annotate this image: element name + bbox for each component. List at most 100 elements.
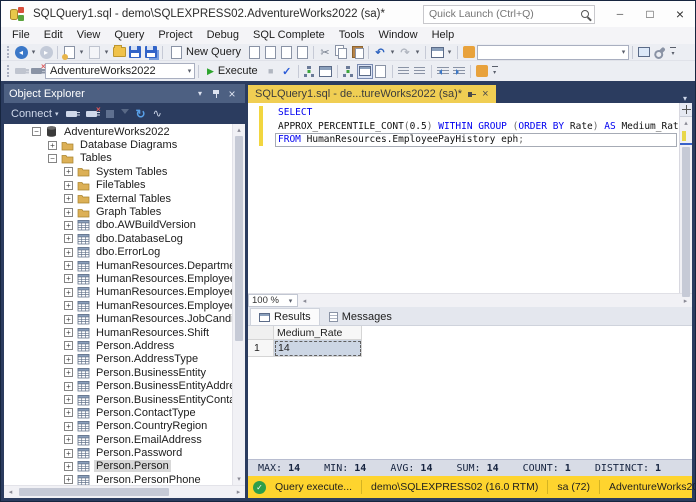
connect-object-button[interactable] xyxy=(66,106,79,121)
tree-item-filetables[interactable]: +FileTables xyxy=(4,179,232,192)
expander-icon[interactable]: + xyxy=(64,315,73,324)
new-file-button[interactable] xyxy=(61,45,77,60)
tree-item-humanresources-employeedepartmenthistory[interactable]: +HumanResources.EmployeeDepartmentHistor… xyxy=(4,286,232,299)
save-button[interactable] xyxy=(127,45,143,60)
grid-corner-cell[interactable] xyxy=(248,326,274,340)
expander-icon[interactable]: + xyxy=(64,221,73,230)
expander-icon[interactable]: + xyxy=(64,288,73,297)
expander-icon[interactable]: + xyxy=(64,368,73,377)
tree-item-humanresources-employee[interactable]: +HumanResources.Employee xyxy=(4,272,232,285)
tab-messages[interactable]: Messages xyxy=(321,308,400,325)
sql-complete-refresh-button[interactable] xyxy=(474,64,490,79)
increase-indent-button[interactable] xyxy=(451,64,467,79)
scroll-left-icon[interactable]: ◂ xyxy=(298,294,311,307)
query-options-button[interactable] xyxy=(302,64,318,79)
estimated-plan-button[interactable] xyxy=(341,64,357,79)
menu-window[interactable]: Window xyxy=(371,27,424,44)
database-selector[interactable]: AdventureWorks2022 xyxy=(45,63,195,79)
tree-item-graph-tables[interactable]: +Graph Tables xyxy=(4,205,232,218)
expander-icon[interactable]: + xyxy=(64,422,73,431)
expander-icon[interactable]: + xyxy=(64,208,73,217)
connect-menu-button[interactable]: Connect xyxy=(11,108,59,120)
close-icon[interactable] xyxy=(224,87,240,101)
expander-icon[interactable]: + xyxy=(64,475,73,484)
menu-query[interactable]: Query xyxy=(107,27,151,44)
menu-sql-complete[interactable]: SQL Complete xyxy=(246,27,332,44)
intellisense-button[interactable] xyxy=(318,64,334,79)
tree-item-humanresources-department[interactable]: +HumanResources.Department xyxy=(4,259,232,272)
menu-edit[interactable]: Edit xyxy=(37,27,70,44)
pin-icon[interactable] xyxy=(468,90,476,99)
tab-list-dropdown[interactable] xyxy=(678,94,692,103)
menu-help[interactable]: Help xyxy=(425,27,462,44)
toolbar-grip[interactable] xyxy=(7,65,9,77)
maximize-button[interactable] xyxy=(635,1,665,27)
pin-icon[interactable] xyxy=(208,89,224,99)
new-file-dropdown[interactable] xyxy=(77,45,86,60)
menu-project[interactable]: Project xyxy=(151,27,199,44)
navigate-forward-button[interactable]: ▸ xyxy=(38,45,54,60)
tree-item-system-tables[interactable]: +System Tables xyxy=(4,165,232,178)
quick-launch-input[interactable] xyxy=(429,8,577,20)
expander-icon[interactable]: + xyxy=(48,141,57,150)
tree-vertical-scrollbar[interactable]: ▴ ▾ xyxy=(232,124,245,485)
scrollbar-thumb[interactable] xyxy=(682,147,690,297)
grid-row-number[interactable]: 1 xyxy=(248,340,274,357)
connect-button[interactable] xyxy=(13,64,29,79)
grid-cell[interactable]: 14 xyxy=(274,340,362,357)
scroll-up-icon[interactable]: ▴ xyxy=(680,117,692,129)
navigate-backward-dropdown[interactable] xyxy=(29,45,38,60)
tree-item-person-businessentity[interactable]: +Person.BusinessEntity xyxy=(4,366,232,379)
refresh-button[interactable]: ↻ xyxy=(136,106,146,121)
tree-item-person-contacttype[interactable]: +Person.ContactType xyxy=(4,406,232,419)
redo-dropdown[interactable] xyxy=(413,45,422,60)
close-icon[interactable] xyxy=(482,88,488,100)
cancel-query-button[interactable]: ■ xyxy=(263,64,279,79)
object-explorer-tree[interactable]: −AdventureWorks2022+Database Diagrams−Ta… xyxy=(4,124,232,485)
window-layout-dropdown[interactable] xyxy=(445,45,454,60)
sql-complete-button[interactable] xyxy=(461,45,477,60)
expander-icon[interactable]: + xyxy=(64,301,73,310)
tab-results[interactable]: Results xyxy=(250,308,320,325)
stop-button[interactable] xyxy=(106,106,114,121)
add-item-dropdown[interactable] xyxy=(102,45,111,60)
query-document-tab[interactable]: SQLQuery1.sql - de...tureWorks2022 (sa)* xyxy=(248,85,496,103)
menu-file[interactable]: File xyxy=(5,27,37,44)
add-item-button[interactable] xyxy=(86,45,102,60)
expander-icon[interactable]: − xyxy=(48,154,57,163)
activity-monitor-button[interactable]: ∿ xyxy=(153,106,162,121)
xmla-query-button[interactable] xyxy=(294,45,310,60)
minimize-button[interactable] xyxy=(605,1,635,27)
expander-icon[interactable]: + xyxy=(64,395,73,404)
mdx-query-button[interactable] xyxy=(262,45,278,60)
expander-icon[interactable]: + xyxy=(64,328,73,337)
expander-icon[interactable]: + xyxy=(64,234,73,243)
tree-item-person-addresstype[interactable]: +Person.AddressType xyxy=(4,353,232,366)
toolbar-overflow-button[interactable] xyxy=(490,64,500,79)
window-layout-button[interactable] xyxy=(429,45,445,60)
paste-button[interactable] xyxy=(349,45,365,60)
undo-button[interactable]: ↶ xyxy=(372,45,388,60)
tree-item-person-businessentitycontact[interactable]: +Person.BusinessEntityContact xyxy=(4,393,232,406)
tree-item-database-diagrams[interactable]: +Database Diagrams xyxy=(4,138,232,151)
scroll-right-icon[interactable]: ▸ xyxy=(679,294,692,307)
tree-item-external-tables[interactable]: +External Tables xyxy=(4,192,232,205)
results-to-grid-button[interactable] xyxy=(357,64,373,79)
menu-debug[interactable]: Debug xyxy=(200,27,246,44)
toolbar-combobox[interactable] xyxy=(477,45,629,60)
navigate-backward-button[interactable]: ◂ xyxy=(13,45,29,60)
expander-icon[interactable]: − xyxy=(32,127,41,136)
decrease-indent-button[interactable] xyxy=(435,64,451,79)
sql-editor[interactable]: SELECTAPPROX_PERCENTILE_CONT(0.5) WITHIN… xyxy=(248,103,679,293)
disconnect-button[interactable]: × xyxy=(86,106,99,121)
grid-column-header[interactable]: Medium_Rate xyxy=(274,326,362,340)
combobox-dropdown[interactable] xyxy=(619,45,628,60)
comment-button[interactable] xyxy=(396,64,412,79)
tree-item-person-person[interactable]: +Person.Person xyxy=(4,460,232,473)
navigate-to-button[interactable] xyxy=(636,45,652,60)
object-explorer-header[interactable]: Object Explorer xyxy=(4,84,245,103)
scrollbar-thumb[interactable] xyxy=(235,136,243,341)
dmx-query-button[interactable] xyxy=(278,45,294,60)
window-position-icon[interactable] xyxy=(192,89,208,98)
expander-icon[interactable]: + xyxy=(64,274,73,283)
